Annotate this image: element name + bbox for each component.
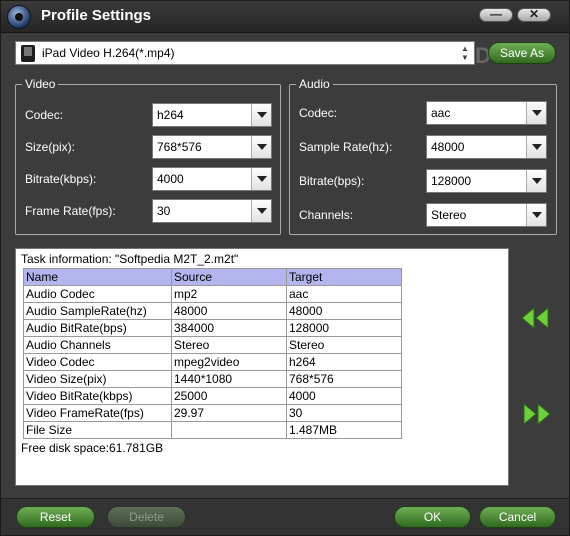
dropdown-arrow-icon[interactable] [251, 168, 271, 190]
video-bitrate-select[interactable]: 4000 [152, 167, 272, 191]
task-info-panel[interactable]: Task information: "Softpedia M2T_2.m2t" … [15, 248, 509, 486]
dropdown-arrow-icon[interactable] [526, 170, 546, 192]
table-cell: Video Codec [23, 353, 172, 371]
table-cell: mpeg2video [171, 353, 287, 371]
table-row: Audio SampleRate(hz) 48000 48000 [23, 302, 402, 320]
audio-codec-label: Codec: [299, 106, 338, 120]
table-cell: 25000 [171, 387, 287, 405]
dropdown-arrow-icon[interactable] [526, 102, 546, 124]
audio-samplerate-value: 48000 [431, 140, 465, 154]
table-row: Video Size(pix) 1440*1080 768*576 [23, 370, 402, 388]
audio-group-title: Audio [296, 77, 333, 91]
video-codec-value: h264 [157, 108, 184, 122]
table-cell: 48000 [171, 302, 287, 320]
window-title: Profile Settings [41, 7, 152, 24]
ipad-device-icon [21, 45, 35, 62]
column-header-name: Name [23, 268, 172, 286]
table-cell: aac [286, 285, 402, 303]
table-cell: 30 [286, 404, 402, 422]
video-size-label: Size(pix): [25, 140, 76, 154]
title-bar[interactable]: Profile Settings — ✕ [1, 1, 569, 33]
audio-group: Audio Codec: aac Sample Rate(hz): 48000 … [289, 77, 557, 235]
profile-settings-window: Profile Settings — ✕ iPad Video H.264(*.… [0, 0, 570, 536]
table-row: Video Codec mpeg2video h264 [23, 353, 402, 371]
table-cell: File Size [23, 421, 172, 439]
audio-samplerate-select[interactable]: 48000 [426, 135, 547, 159]
table-cell: Audio Channels [23, 336, 172, 354]
video-bitrate-label: Bitrate(kbps): [25, 172, 97, 186]
minimize-button[interactable]: — [479, 8, 513, 22]
ok-button[interactable]: OK [394, 506, 471, 528]
table-cell: Video Size(pix) [23, 370, 172, 388]
audio-codec-select[interactable]: aac [426, 101, 547, 125]
audio-channels-value: Stereo [431, 208, 467, 222]
save-as-button[interactable]: Save As [488, 42, 556, 64]
table-row: Video BitRate(kbps) 25000 4000 [23, 387, 402, 405]
column-header-target: Target [286, 268, 402, 286]
audio-channels-select[interactable]: Stereo [426, 203, 547, 227]
video-framerate-value: 30 [157, 204, 171, 218]
table-header-row: Name Source Target [23, 268, 402, 286]
table-cell: 384000 [171, 319, 287, 337]
dropdown-arrow-icon[interactable] [251, 104, 271, 126]
table-cell: Stereo [171, 336, 287, 354]
video-bitrate-value: 4000 [157, 172, 184, 186]
video-group: Video Codec: h264 Size(pix): 768*576 Bit… [15, 77, 281, 235]
table-cell: Video BitRate(kbps) [23, 387, 172, 405]
dropdown-arrow-icon[interactable] [251, 136, 271, 158]
table-row: Video FrameRate(fps) 29.97 30 [23, 404, 402, 422]
table-cell: 4000 [286, 387, 402, 405]
table-cell [171, 421, 287, 439]
delete-button[interactable]: Delete [107, 506, 186, 528]
video-size-value: 768*576 [157, 140, 202, 154]
table-cell: 48000 [286, 302, 402, 320]
next-task-icon[interactable] [522, 403, 552, 425]
table-cell: Audio BitRate(bps) [23, 319, 172, 337]
table-cell: Audio SampleRate(hz) [23, 302, 172, 320]
table-row: Audio Channels Stereo Stereo [23, 336, 402, 354]
column-header-source: Source [171, 268, 287, 286]
audio-bitrate-label: Bitrate(bps): [299, 174, 365, 188]
table-cell: 128000 [286, 319, 402, 337]
video-framerate-label: Frame Rate(fps): [25, 204, 116, 218]
audio-samplerate-label: Sample Rate(hz): [299, 140, 393, 154]
app-logo-icon [7, 5, 31, 29]
table-cell: mp2 [171, 285, 287, 303]
table-cell: 768*576 [286, 370, 402, 388]
task-info-table: Name Source Target Audio Codec mp2 aac A… [23, 268, 402, 439]
table-row: Audio BitRate(bps) 384000 128000 [23, 319, 402, 337]
dropdown-arrow-icon[interactable] [526, 204, 546, 226]
dropdown-arrow-icon[interactable] [251, 200, 271, 222]
dropdown-arrow-icon[interactable] [526, 136, 546, 158]
table-cell: h264 [286, 353, 402, 371]
table-row: Audio Codec mp2 aac [23, 285, 402, 303]
video-codec-label: Codec: [25, 108, 64, 122]
table-cell: 1440*1080 [171, 370, 287, 388]
table-cell: 29.97 [171, 404, 287, 422]
audio-bitrate-select[interactable]: 128000 [426, 169, 547, 193]
video-size-select[interactable]: 768*576 [152, 135, 272, 159]
video-codec-select[interactable]: h264 [152, 103, 272, 127]
free-disk-space: Free disk space:61.781GB [21, 441, 164, 455]
close-button[interactable]: ✕ [517, 8, 551, 22]
table-cell: Audio Codec [23, 285, 172, 303]
table-cell: Stereo [286, 336, 402, 354]
profile-select-value: iPad Video H.264(*.mp4) [42, 46, 175, 60]
audio-codec-value: aac [431, 106, 451, 120]
video-framerate-select[interactable]: 30 [152, 199, 272, 223]
audio-bitrate-value: 128000 [431, 174, 472, 188]
table-cell: Video FrameRate(fps) [23, 404, 172, 422]
cancel-button[interactable]: Cancel [479, 506, 556, 528]
task-info-title: Task information: "Softpedia M2T_2.m2t" [21, 252, 239, 266]
video-group-title: Video [22, 77, 59, 91]
audio-channels-label: Channels: [299, 208, 354, 222]
table-row: File Size 1.487MB [23, 421, 402, 439]
reset-button[interactable]: Reset [16, 506, 95, 528]
table-cell: 1.487MB [286, 421, 402, 439]
previous-task-icon[interactable] [520, 307, 550, 329]
